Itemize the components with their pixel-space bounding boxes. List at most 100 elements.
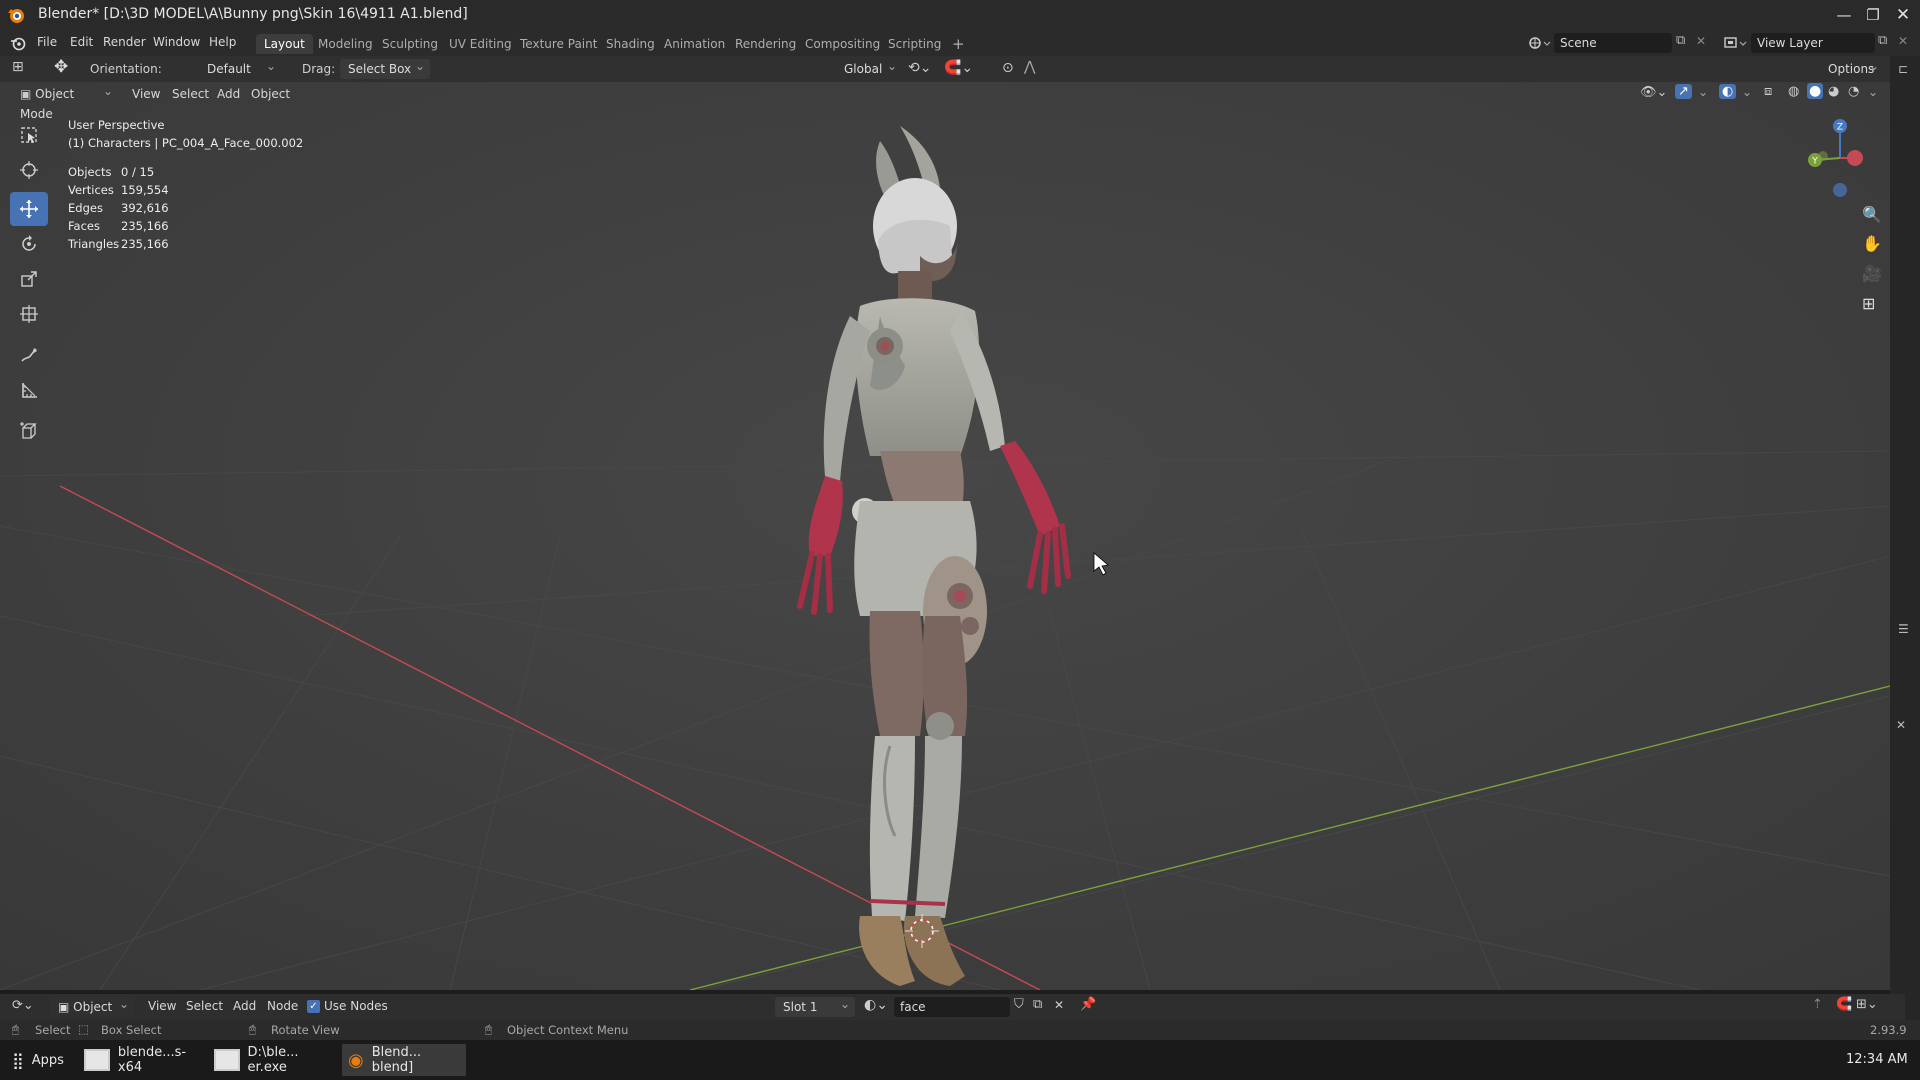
tab-modeling[interactable]: Modeling [310, 34, 381, 54]
menu-render[interactable]: Render [103, 35, 146, 49]
menu-edit[interactable]: Edit [70, 35, 93, 49]
sidebar-toggle-icon[interactable]: ⊏ [1898, 62, 1908, 76]
transform-orientation-dropdown[interactable]: Global [822, 56, 902, 79]
tab-shading[interactable]: Shading [598, 34, 663, 54]
remove-scene-icon[interactable]: ✕ [1696, 34, 1706, 48]
node-menu-add[interactable]: Add [233, 999, 256, 1013]
view-layer-icon[interactable] [1722, 34, 1748, 52]
tab-layout[interactable]: Layout [256, 34, 313, 54]
gizmo-toggle-icon[interactable]: ↗ [1675, 84, 1692, 99]
tab-rendering[interactable]: Rendering [727, 34, 804, 54]
shader-type-dropdown[interactable]: ▣ Object [50, 994, 134, 1017]
overlays-dropdown-icon[interactable]: ⌄ [1742, 85, 1752, 99]
move-tool-icon[interactable]: ✥ [54, 57, 68, 77]
object-mode-dropdown[interactable]: ▣ Object Mode [12, 81, 118, 121]
minimize-icon[interactable]: — [1829, 4, 1859, 26]
visibility-icon[interactable]: 👁⌄ [1640, 85, 1667, 100]
viewport-menu-select[interactable]: Select [172, 87, 209, 101]
perspective-toggle-icon[interactable]: ⊞ [1862, 294, 1875, 313]
restore-icon[interactable]: ❐ [1858, 4, 1888, 26]
node-menu-select[interactable]: Select [186, 999, 223, 1013]
tab-texture-paint[interactable]: Texture Paint [512, 34, 605, 54]
scene-icon[interactable] [1526, 34, 1552, 52]
taskbar-item-blender[interactable]: ◉ Blend... blend] [342, 1044, 466, 1076]
xray-icon[interactable]: ⧈ [1764, 84, 1772, 99]
pin-icon[interactable]: 📌 [1080, 997, 1096, 1012]
gizmo-dropdown-icon[interactable]: ⌄ [1698, 85, 1708, 99]
close-icon[interactable]: ✕ [1888, 4, 1918, 26]
3d-viewport[interactable] [0, 56, 1890, 990]
new-scene-icon[interactable]: ⧉ [1676, 33, 1685, 48]
material-preview-icon[interactable]: ◕ [1828, 84, 1839, 99]
annotate-tool-icon[interactable] [10, 338, 48, 372]
fake-user-icon[interactable]: ⛉ [1014, 997, 1024, 1012]
material-name-field[interactable]: face [894, 997, 1010, 1017]
properties-toggle-icon[interactable]: ☰ [1898, 622, 1909, 636]
solid-shading-icon[interactable]: ● [1807, 83, 1824, 99]
status-rotate-view: Rotate View [271, 1023, 340, 1037]
rendered-shading-icon[interactable]: ◔ [1848, 84, 1859, 99]
material-slot-dropdown[interactable]: Slot 1 [775, 994, 855, 1017]
material-browse-icon[interactable]: ◐⌄ [864, 997, 888, 1013]
rotate-tool-icon[interactable] [10, 227, 48, 261]
blender-version: 2.93.9 [1870, 1023, 1907, 1037]
close-panel-icon[interactable]: ✕ [1896, 718, 1906, 732]
unlink-material-icon[interactable]: ✕ [1054, 998, 1064, 1012]
node-snap-mode-icon[interactable]: ⊞⌄ [1856, 997, 1878, 1012]
falloff-icon[interactable]: ⋀ [1024, 59, 1035, 75]
pan-hand-icon[interactable]: ✋ [1862, 234, 1882, 253]
tab-animation[interactable]: Animation [656, 34, 733, 54]
shader-type-icon: ▣ [58, 1000, 74, 1014]
add-workspace-button[interactable]: + [944, 34, 973, 54]
drag-value: Select Box [348, 62, 412, 76]
orientation-dropdown[interactable]: Default [185, 56, 281, 79]
select-box-tool-icon[interactable] [10, 118, 48, 152]
camera-view-icon[interactable]: 🎥 [1862, 264, 1882, 283]
scene-field[interactable]: Scene [1554, 33, 1672, 53]
window-title: Blender* [D:\3D MODEL\A\Bunny png\Skin 1… [38, 6, 468, 22]
pivot-point-icon[interactable]: ⟲⌄ [908, 60, 931, 76]
drag-dropdown[interactable]: Select Box [340, 56, 430, 79]
taskbar-item-installer-label: blende...s-x64 [117, 1045, 187, 1075]
measure-tool-icon[interactable] [10, 373, 48, 407]
options-dropdown[interactable]: Options [1820, 56, 1884, 79]
blender-menu-icon[interactable] [10, 35, 26, 51]
parent-node-tree-icon[interactable]: ⇡ [1812, 997, 1823, 1012]
scale-tool-icon[interactable] [10, 262, 48, 296]
taskbar-item-explorer[interactable]: D:\ble... er.exe [214, 1044, 340, 1076]
transform-tool-icon[interactable] [10, 297, 48, 331]
viewport-menu-view[interactable]: View [132, 87, 160, 101]
overlays-toggle-icon[interactable]: ◐ [1719, 84, 1737, 99]
proportional-editing-icon[interactable]: ⊙ [1002, 60, 1014, 76]
tab-uv-editing[interactable]: UV Editing [441, 34, 520, 54]
tab-scripting[interactable]: Scripting [880, 34, 949, 54]
menu-file[interactable]: File [37, 35, 57, 49]
tab-compositing[interactable]: Compositing [797, 34, 888, 54]
navigation-gizmo[interactable]: Z Y [1795, 116, 1865, 206]
view-layer-field[interactable]: View Layer [1751, 33, 1875, 53]
apps-button[interactable]: ⣿ Apps [8, 1044, 78, 1076]
node-menu-node[interactable]: Node [267, 999, 298, 1013]
duplicate-material-icon[interactable]: ⧉ [1033, 997, 1042, 1012]
remove-view-layer-icon[interactable]: ✕ [1898, 34, 1908, 48]
menu-help[interactable]: Help [209, 35, 236, 49]
add-cube-tool-icon[interactable] [10, 414, 48, 448]
use-nodes-checkbox[interactable]: ✓ [307, 1000, 320, 1013]
node-snap-icon[interactable]: 🧲 [1836, 997, 1852, 1012]
new-view-layer-icon[interactable]: ⧉ [1878, 33, 1887, 48]
menu-window[interactable]: Window [153, 35, 200, 49]
viewport-menu-add[interactable]: Add [217, 87, 240, 101]
viewport-menu-object[interactable]: Object [251, 87, 290, 101]
wireframe-shading-icon[interactable]: ◍ [1788, 84, 1799, 99]
cursor-tool-icon[interactable] [10, 153, 48, 187]
node-editor-type-icon[interactable]: ⟳⌄ [12, 998, 34, 1013]
editor-type-icon[interactable]: ⊞ [12, 59, 24, 75]
tab-sculpting[interactable]: Sculpting [374, 34, 446, 54]
shading-dropdown-icon[interactable]: ⌄ [1868, 85, 1878, 99]
zoom-icon[interactable]: 🔍 [1862, 205, 1882, 224]
gizmo-y-label: Y [1811, 157, 1818, 167]
node-menu-view[interactable]: View [148, 999, 176, 1013]
taskbar-item-installer[interactable]: blende...s-x64 [84, 1044, 210, 1076]
snap-icon[interactable]: 🧲⌄ [944, 60, 973, 76]
move-tool-icon-active[interactable] [10, 192, 48, 226]
